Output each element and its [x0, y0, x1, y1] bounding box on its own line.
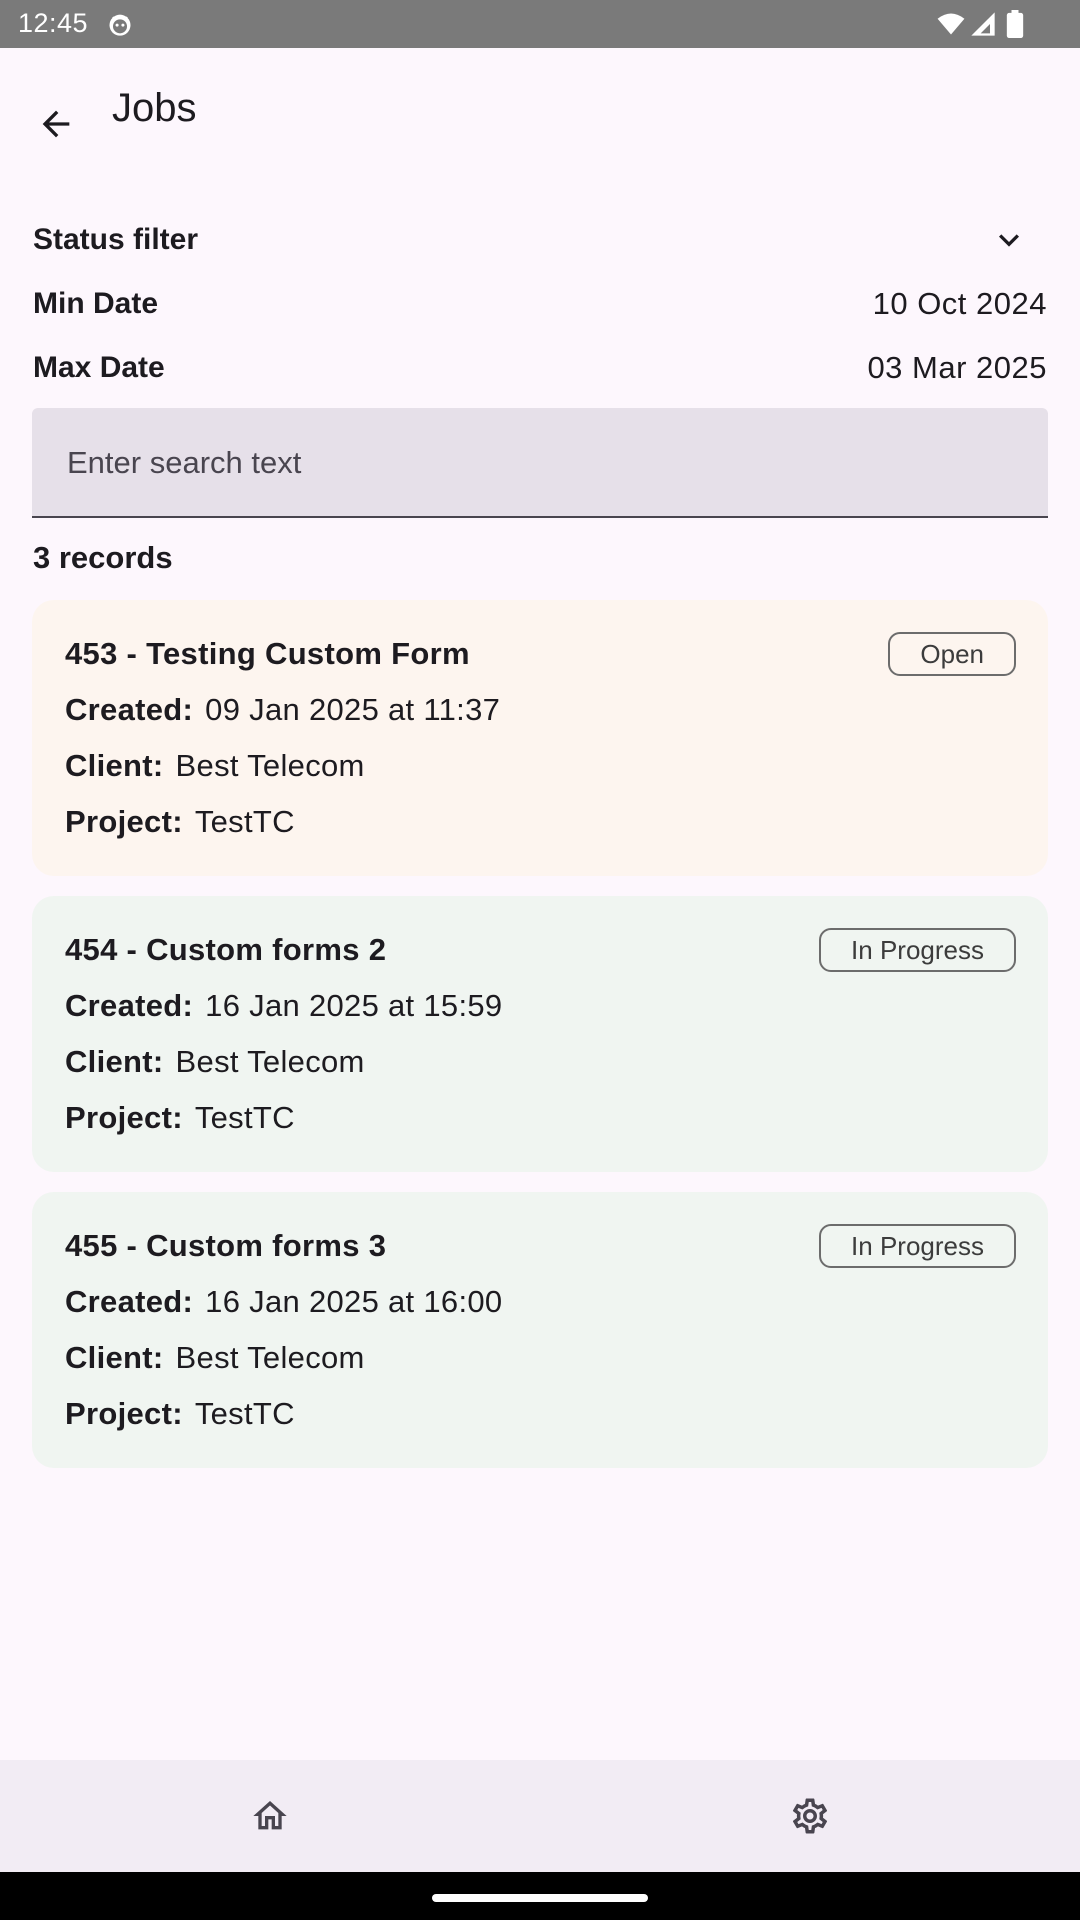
- job-project: Project: TestTC: [65, 804, 295, 840]
- min-date-filter[interactable]: Min Date 10 Oct 2024: [33, 276, 1047, 332]
- job-client: Client: Best Telecom: [65, 1340, 365, 1376]
- home-icon: [253, 1801, 287, 1830]
- project-value: TestTC: [194, 804, 295, 839]
- project-label: Project:: [65, 1396, 183, 1431]
- arrow-back-icon: [42, 110, 70, 138]
- created-label: Created:: [65, 692, 194, 727]
- status-badge: In Progress: [819, 1224, 1016, 1268]
- min-date-label: Min Date: [33, 287, 159, 320]
- min-date-value: 10 Oct 2024: [872, 286, 1047, 321]
- job-card[interactable]: 453 - Testing Custom Form Open Created: 0…: [32, 600, 1048, 876]
- chevron-down-icon: [999, 234, 1019, 247]
- job-project: Project: TestTC: [65, 1396, 295, 1432]
- job-created: Created: 16 Jan 2025 at 15:59: [65, 988, 502, 1024]
- status-badge: Open: [888, 632, 1016, 676]
- app-bar: Jobs: [0, 48, 1080, 176]
- status-filter-label: Status filter: [33, 223, 199, 256]
- battery-icon: [1006, 10, 1024, 38]
- created-label: Created:: [65, 988, 194, 1023]
- job-title: 453 - Testing Custom Form: [65, 636, 470, 671]
- max-date-filter[interactable]: Max Date 03 Mar 2025: [33, 340, 1047, 396]
- status-time: 12:45: [18, 8, 89, 38]
- client-label: Client:: [65, 1044, 164, 1079]
- client-value: Best Telecom: [175, 1340, 365, 1375]
- status-badge: In Progress: [819, 928, 1016, 972]
- wifi-icon: [937, 13, 965, 35]
- records-count: 3 records: [33, 540, 173, 575]
- client-value: Best Telecom: [175, 1044, 365, 1079]
- max-date-label: Max Date: [33, 351, 165, 384]
- job-created: Created: 16 Jan 2025 at 16:00: [65, 1284, 502, 1320]
- client-label: Client:: [65, 1340, 164, 1375]
- client-label: Client:: [65, 748, 164, 783]
- created-value: 16 Jan 2025 at 16:00: [205, 1284, 503, 1319]
- project-value: TestTC: [194, 1396, 295, 1431]
- status-bar: 12:45: [0, 0, 1080, 48]
- created-value: 16 Jan 2025 at 15:59: [205, 988, 503, 1023]
- max-date-value: 03 Mar 2025: [867, 350, 1047, 385]
- search-field: [32, 408, 1048, 518]
- job-title: 455 - Custom forms 3: [65, 1228, 387, 1263]
- search-input[interactable]: [65, 408, 1009, 518]
- status-filter-dropdown[interactable]: Status filter: [33, 212, 1047, 268]
- job-created: Created: 09 Jan 2025 at 11:37: [65, 692, 500, 728]
- project-label: Project:: [65, 1100, 183, 1135]
- job-title: 454 - Custom forms 2: [65, 932, 387, 967]
- job-project: Project: TestTC: [65, 1100, 295, 1136]
- job-card[interactable]: 455 - Custom forms 3 In Progress Created…: [32, 1192, 1048, 1468]
- created-label: Created:: [65, 1284, 194, 1319]
- bottom-nav: [0, 1760, 1080, 1872]
- nav-settings[interactable]: [540, 1760, 1080, 1872]
- created-value: 09 Jan 2025 at 11:37: [205, 692, 501, 727]
- gesture-handle[interactable]: [432, 1894, 648, 1902]
- page-title: Jobs: [112, 86, 197, 130]
- back-button[interactable]: [22, 90, 90, 158]
- gear-icon: [792, 1798, 828, 1834]
- client-value: Best Telecom: [175, 748, 365, 783]
- project-label: Project:: [65, 804, 183, 839]
- signal-icon: [971, 12, 995, 36]
- job-card[interactable]: 454 - Custom forms 2 In Progress Created…: [32, 896, 1048, 1172]
- notification-icon: [109, 14, 131, 36]
- job-client: Client: Best Telecom: [65, 748, 365, 784]
- nav-home[interactable]: [0, 1760, 540, 1872]
- job-client: Client: Best Telecom: [65, 1044, 365, 1080]
- project-value: TestTC: [194, 1100, 295, 1135]
